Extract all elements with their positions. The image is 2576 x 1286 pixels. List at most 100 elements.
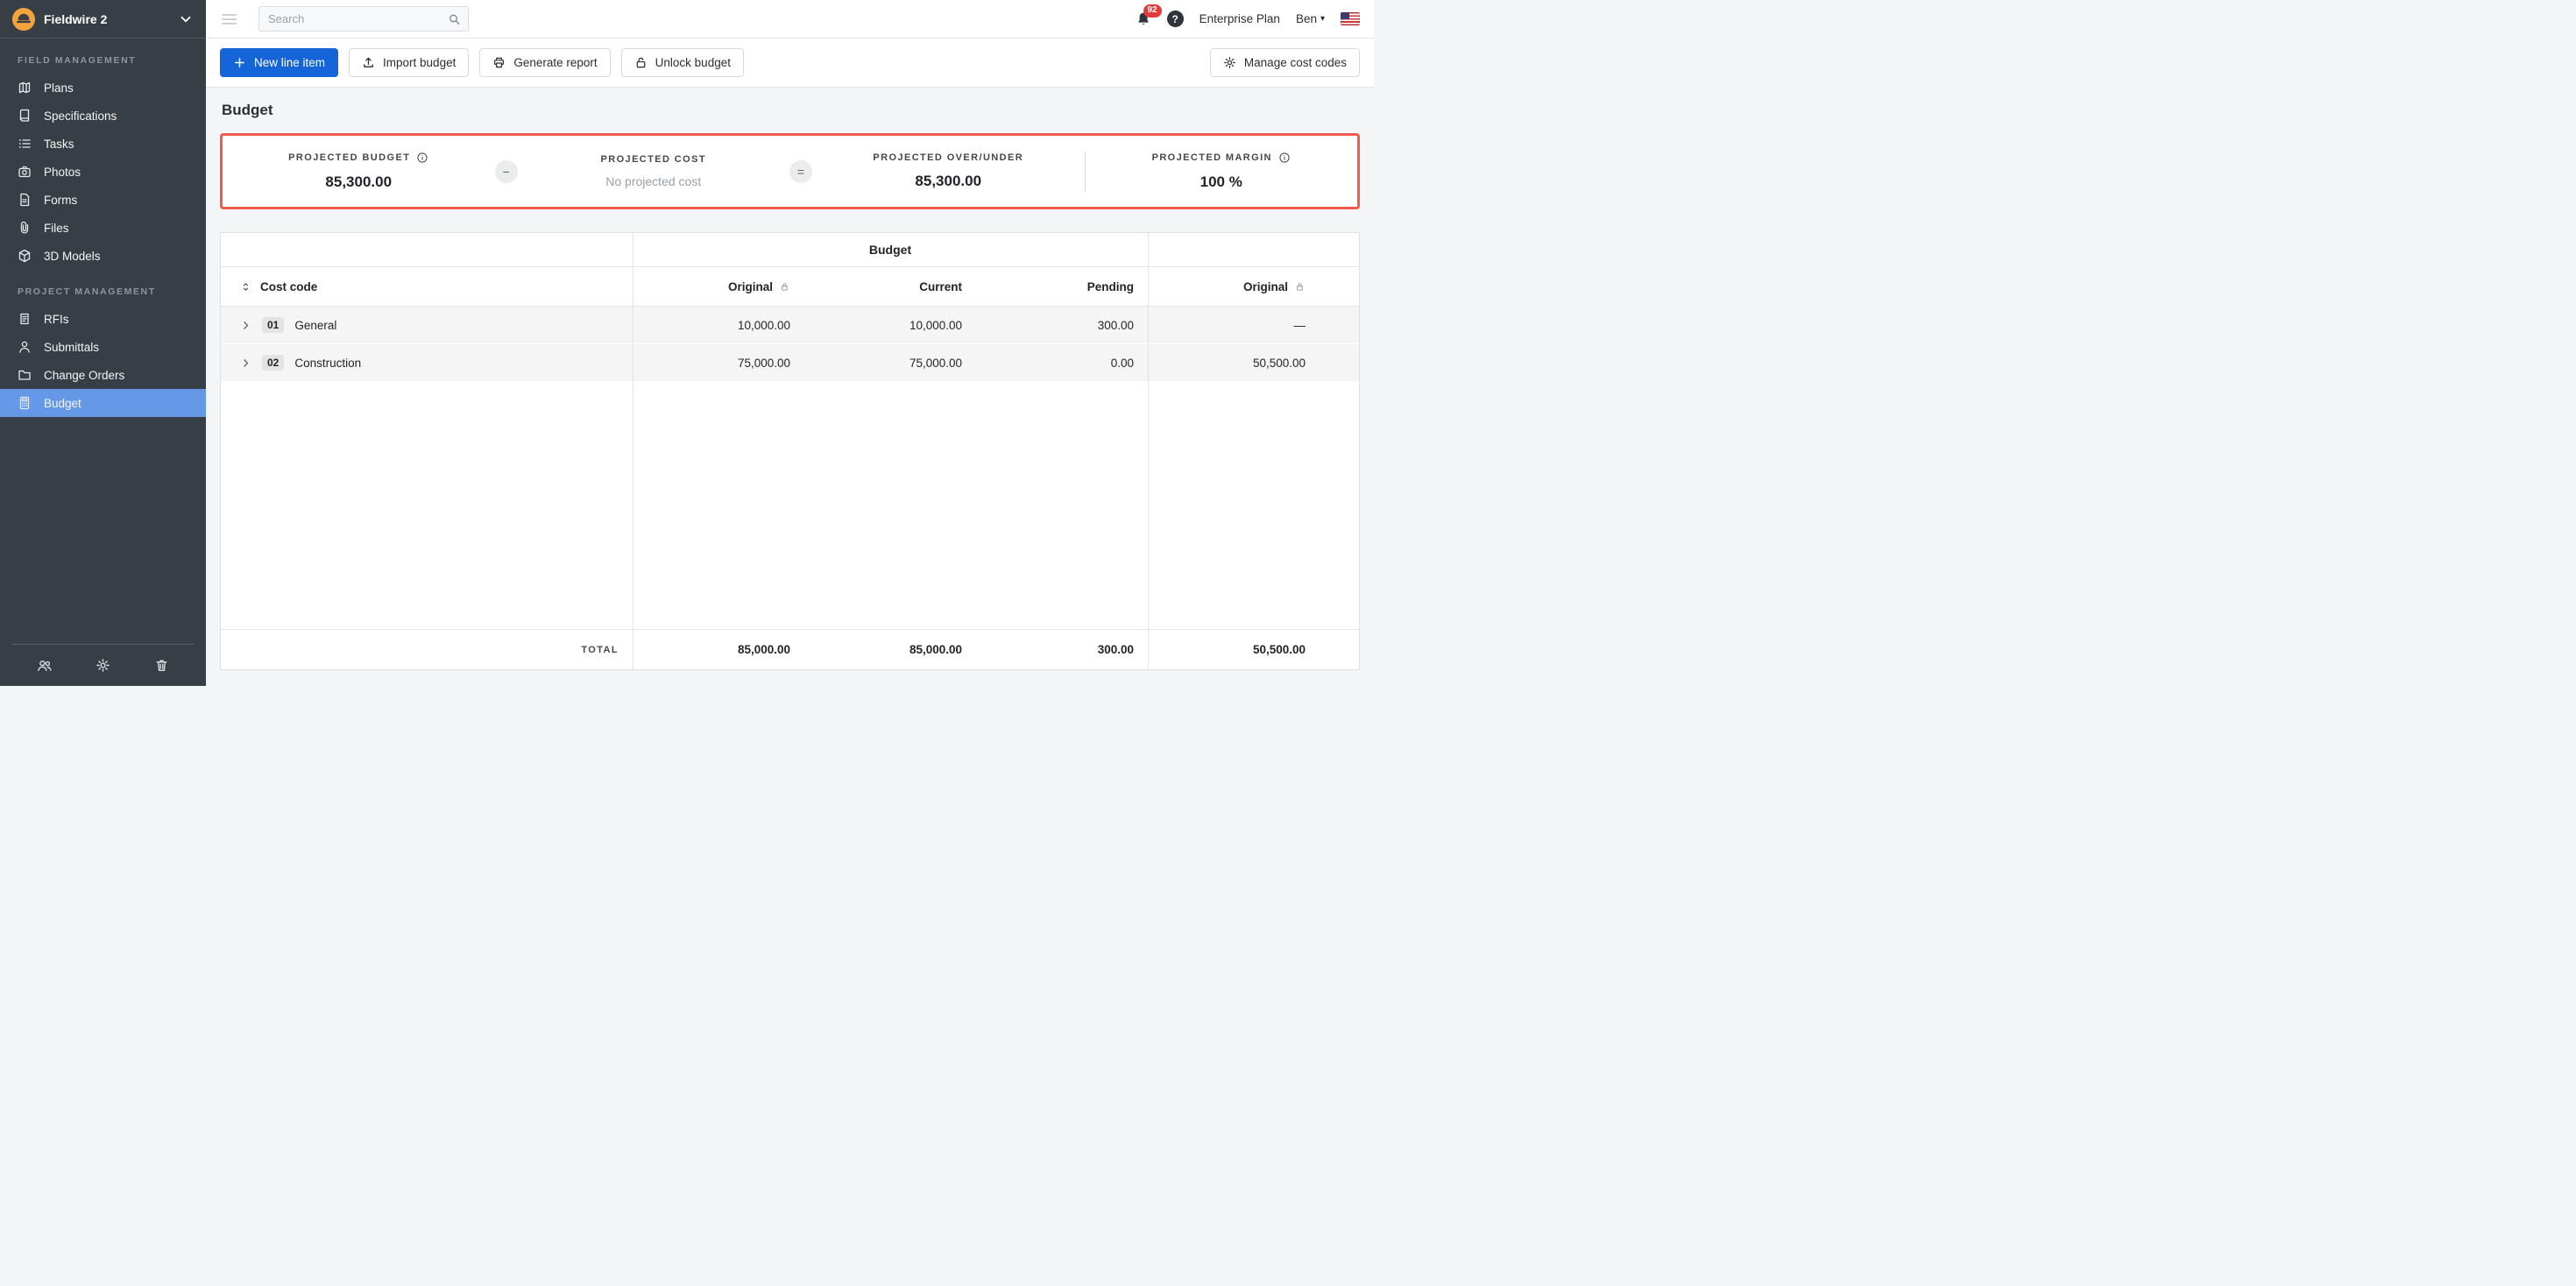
sidebar: Fieldwire 2 FIELD MANAGEMENT Plans Speci… <box>0 0 206 686</box>
trash-icon[interactable] <box>154 658 169 673</box>
new-line-item-button[interactable]: New line item <box>220 48 338 77</box>
gear-icon[interactable] <box>96 658 110 673</box>
total-label: TOTAL <box>221 645 633 655</box>
gear-icon <box>1223 56 1236 69</box>
section-label-project-management: PROJECT MANAGEMENT <box>0 270 206 305</box>
projected-over-under-label: PROJECTED OVER/UNDER <box>873 152 1023 163</box>
sidebar-item-label: 3D Models <box>44 250 101 263</box>
rfis-icon <box>18 312 32 326</box>
sidebar-item-3d-models[interactable]: 3D Models <box>0 242 206 270</box>
projected-over-under-value: 85,300.00 <box>915 173 981 190</box>
projected-budget-label: PROJECTED BUDGET <box>288 152 410 163</box>
folder-icon <box>18 368 32 382</box>
sidebar-item-label: RFIs <box>44 313 69 326</box>
person-icon <box>18 340 32 354</box>
manage-cost-codes-button[interactable]: Manage cost codes <box>1210 48 1360 77</box>
table-total-row: TOTAL 85,000.00 85,000.00 300.00 50,500.… <box>221 629 1359 669</box>
app-root: Fieldwire 2 FIELD MANAGEMENT Plans Speci… <box>0 0 1374 686</box>
expand-chevron-icon[interactable] <box>240 357 251 369</box>
language-flag-icon[interactable] <box>1341 12 1360 25</box>
section-label-field-management: FIELD MANAGEMENT <box>0 39 206 74</box>
lock-icon <box>779 281 790 293</box>
column-header-original-2[interactable]: Original <box>1148 280 1320 293</box>
table-header-row: Cost code Original Current Pending Origi… <box>221 267 1359 307</box>
topbar: 92 ? Enterprise Plan Ben ▾ <box>206 0 1374 39</box>
printer-icon <box>492 56 506 69</box>
content-area: Budget PROJECTED BUDGET 85,300.00 − PROJ… <box>206 88 1374 686</box>
original-2-cell: 50,500.00 <box>1148 357 1320 370</box>
table-group-header-row: Budget <box>221 233 1359 267</box>
sidebar-item-label: Submittals <box>44 341 99 354</box>
projected-cost-value: No projected cost <box>605 174 701 188</box>
column-header-pending[interactable]: Pending <box>976 280 1148 293</box>
total-original-2: 50,500.00 <box>1148 643 1320 656</box>
original-cell: 75,000.00 <box>633 357 804 370</box>
column-header-current[interactable]: Current <box>804 280 976 293</box>
column-header-original[interactable]: Original <box>633 280 804 293</box>
project-switcher[interactable]: Fieldwire 2 <box>0 0 206 39</box>
sidebar-item-rfis[interactable]: RFIs <box>0 305 206 333</box>
user-menu[interactable]: Ben ▾ <box>1296 12 1325 25</box>
cost-code-name: General <box>294 319 336 332</box>
search-input[interactable] <box>258 6 469 32</box>
sidebar-item-label: Forms <box>44 194 77 207</box>
column-header-cost-code[interactable]: Cost code <box>221 280 633 293</box>
original-2-cell: — <box>1148 319 1320 332</box>
files-icon <box>18 221 32 235</box>
sidebar-item-files[interactable]: Files <box>0 214 206 242</box>
notifications-bell-icon[interactable]: 92 <box>1136 11 1151 27</box>
projected-margin-value: 100 % <box>1200 173 1242 191</box>
page-title: Budget <box>220 102 1360 119</box>
sidebar-footer <box>12 644 194 686</box>
current-cell: 75,000.00 <box>804 357 976 370</box>
plan-label: Enterprise Plan <box>1200 12 1280 25</box>
sidebar-item-label: Files <box>44 222 69 235</box>
sort-icon[interactable] <box>240 281 251 293</box>
user-name: Ben <box>1296 12 1317 25</box>
projected-margin-stat: PROJECTED MARGIN 100 % <box>1086 152 1358 191</box>
sidebar-item-budget[interactable]: Budget <box>0 389 206 417</box>
forms-icon <box>18 193 32 207</box>
table-row[interactable]: 02 Construction 75,000.00 75,000.00 0.00… <box>221 344 1359 382</box>
projected-margin-label: PROJECTED MARGIN <box>1152 152 1272 163</box>
sidebar-item-plans[interactable]: Plans <box>0 74 206 102</box>
projected-budget-value: 85,300.00 <box>325 173 392 191</box>
table-empty-space <box>221 382 1359 629</box>
budget-summary-card: PROJECTED BUDGET 85,300.00 − PROJECTED C… <box>220 133 1360 209</box>
sidebar-item-label: Tasks <box>44 138 74 151</box>
total-pending: 300.00 <box>976 643 1148 656</box>
hamburger-menu-icon[interactable] <box>220 11 238 28</box>
generate-report-button[interactable]: Generate report <box>479 48 610 77</box>
notification-badge: 92 <box>1143 4 1162 18</box>
tasks-icon <box>18 137 32 151</box>
cost-code-badge: 02 <box>262 355 284 371</box>
unlock-budget-button[interactable]: Unlock budget <box>621 48 744 77</box>
upload-icon <box>362 56 375 69</box>
expand-chevron-icon[interactable] <box>240 320 251 331</box>
sidebar-item-tasks[interactable]: Tasks <box>0 130 206 158</box>
sidebar-item-label: Photos <box>44 166 81 179</box>
sidebar-item-photos[interactable]: Photos <box>0 158 206 186</box>
current-cell: 10,000.00 <box>804 319 976 332</box>
equals-operator-icon: = <box>789 160 812 183</box>
info-icon[interactable] <box>416 152 428 164</box>
sidebar-item-forms[interactable]: Forms <box>0 186 206 214</box>
original-cell: 10,000.00 <box>633 319 804 332</box>
import-budget-button[interactable]: Import budget <box>349 48 469 77</box>
cost-code-cell: 01 General <box>221 317 633 333</box>
help-icon[interactable]: ? <box>1167 11 1184 27</box>
table-row[interactable]: 01 General 10,000.00 10,000.00 300.00 — <box>221 307 1359 344</box>
projected-cost-label: PROJECTED COST <box>601 154 706 165</box>
chevron-down-icon <box>178 11 194 27</box>
cost-code-name: Construction <box>294 357 361 370</box>
sidebar-item-submittals[interactable]: Submittals <box>0 333 206 361</box>
search-box <box>258 6 469 32</box>
search-icon[interactable] <box>448 12 461 25</box>
plans-icon <box>18 81 32 95</box>
cost-code-cell: 02 Construction <box>221 355 633 371</box>
sidebar-item-change-orders[interactable]: Change Orders <box>0 361 206 389</box>
sidebar-item-label: Budget <box>44 397 81 410</box>
info-icon[interactable] <box>1278 152 1291 164</box>
sidebar-item-specifications[interactable]: Specifications <box>0 102 206 130</box>
people-icon[interactable] <box>37 658 52 673</box>
